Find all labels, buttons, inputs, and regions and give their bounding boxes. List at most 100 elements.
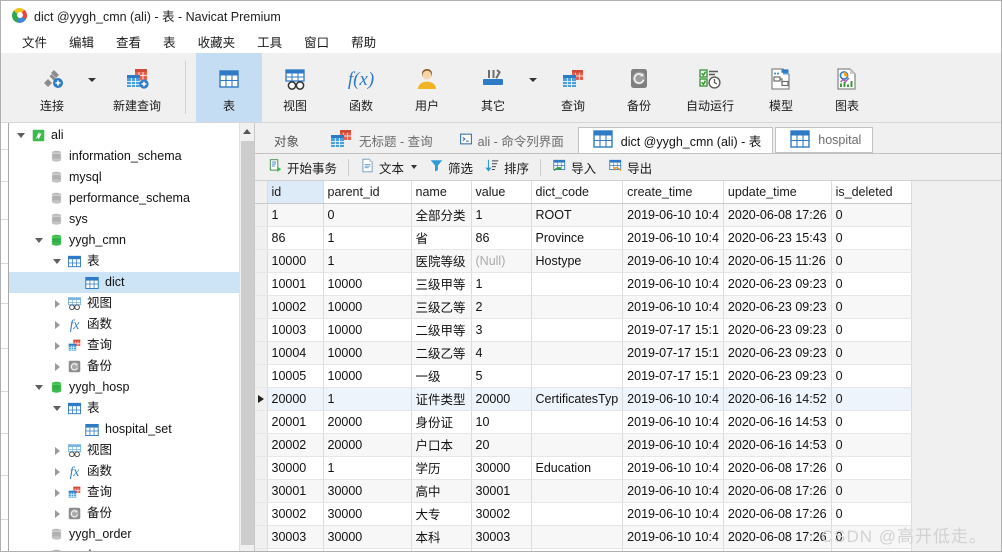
cell-parent_id[interactable]: 1 (323, 226, 412, 250)
column-header-create_time[interactable]: create_time (622, 181, 724, 204)
cell-dict_code[interactable]: Province (531, 226, 624, 250)
cell-id[interactable]: 1 (267, 203, 324, 227)
tree-node-information_schema[interactable]: information_schema (9, 146, 254, 167)
tree-node-视图[interactable]: 视图 (9, 293, 254, 314)
tree-twisty[interactable] (49, 406, 65, 411)
cell-value[interactable]: 20000 (471, 387, 532, 411)
cell-name[interactable]: 三级乙等 (411, 295, 472, 319)
cell-name[interactable]: 省 (411, 226, 472, 250)
column-header-parent_id[interactable]: parent_id (323, 181, 412, 204)
table-row[interactable]: 20001 20000 身份证 10 2019-06-10 10:4 2020-06-16… (255, 410, 912, 434)
table-row[interactable]: 10003 10000 二级甲等 3 2019-07-17 15:1 2020-06-23… (255, 318, 912, 342)
cell-value[interactable]: 2 (471, 295, 532, 319)
cell-id[interactable]: 10001 (267, 272, 324, 296)
tree-twisty[interactable] (49, 299, 65, 308)
cell-is_deleted[interactable]: 0 (831, 548, 912, 551)
table-row[interactable]: 30001 30000 高中 30001 2019-06-10 10:4 2020-06-… (255, 479, 912, 503)
cell-update_time[interactable]: 2020-06-08 17:26 (723, 502, 832, 526)
toolbar-button-backup[interactable]: 备份 (606, 53, 672, 122)
cell-id[interactable]: 10003 (267, 318, 324, 342)
cell-parent_id[interactable]: 30000 (323, 502, 412, 526)
cell-is_deleted[interactable]: 0 (831, 295, 912, 319)
toolbar-button-automation[interactable]: 自动运行 (672, 53, 748, 122)
cell-create_time[interactable]: 2019-07-17 15:1 (622, 364, 724, 388)
cell-parent_id[interactable]: 30000 (323, 548, 412, 551)
table-row[interactable]: 10000 1 医院等级 (Null) Hostype 2019-06-10 10:4 20… (255, 249, 912, 273)
cell-update_time[interactable]: 2020-06-16 14:52 (723, 387, 832, 411)
tree-twisty[interactable] (49, 488, 65, 497)
cell-is_deleted[interactable]: 0 (831, 364, 912, 388)
toolbar-button-connection[interactable]: 连接 (19, 53, 85, 122)
table-row[interactable]: 1 0 全部分类 1 ROOT 2019-06-10 10:4 2020-06-08 17:… (255, 203, 912, 227)
cell-create_time[interactable]: 2019-06-10 10:4 (622, 272, 724, 296)
cell-name[interactable]: 一级 (411, 364, 472, 388)
tree-twisty[interactable] (31, 385, 47, 390)
cell-is_deleted[interactable]: 0 (831, 203, 912, 227)
tree-twisty[interactable] (31, 238, 47, 243)
toolbar-button-table[interactable]: 表 (196, 53, 262, 122)
cell-dict_code[interactable] (531, 364, 624, 388)
cell-value[interactable]: 86 (471, 226, 532, 250)
chevron-down-icon[interactable] (411, 165, 418, 169)
table-row[interactable]: 30002 30000 大专 30002 2019-06-10 10:4 2020-06-… (255, 502, 912, 526)
tree-node-yygh_cmn[interactable]: yygh_cmn (9, 230, 254, 251)
cell-update_time[interactable]: 2020-06-23 09:23 (723, 364, 832, 388)
cell-parent_id[interactable]: 10000 (323, 341, 412, 365)
tree-twisty[interactable] (49, 320, 65, 329)
cell-value[interactable]: 30000 (471, 456, 532, 480)
tab-2[interactable]: ali - 命令列界面 (447, 127, 576, 153)
tree-node-mysql[interactable]: mysql (9, 167, 254, 188)
cell-name[interactable]: 户口本 (411, 433, 472, 457)
table-row[interactable]: 20002 20000 户口本 20 2019-06-10 10:4 2020-06-16… (255, 433, 912, 457)
cell-is_deleted[interactable]: 0 (831, 479, 912, 503)
toolbar-button-others[interactable]: 其它 (460, 53, 526, 122)
cell-update_time[interactable]: 2020-06-23 09:23 (723, 272, 832, 296)
cell-value[interactable]: 30003 (471, 525, 532, 549)
cell-parent_id[interactable]: 1 (323, 249, 412, 273)
cell-id[interactable]: 86 (267, 226, 324, 250)
toolbar-button-chart[interactable]: 图表 (814, 53, 880, 122)
cell-create_time[interactable]: 2019-06-10 10:4 (622, 410, 724, 434)
tree-node-查询[interactable]: 查询 (9, 335, 254, 356)
cell-is_deleted[interactable]: 0 (831, 249, 912, 273)
cell-value[interactable]: 4 (471, 341, 532, 365)
cell-name[interactable]: 本科 (411, 525, 472, 549)
cell-dict_code[interactable] (531, 502, 624, 526)
cell-dict_code[interactable]: ROOT (531, 203, 624, 227)
cell-name[interactable]: 身份证 (411, 410, 472, 434)
cell-update_time[interactable]: 2020-06-23 15:43 (723, 226, 832, 250)
sidebar-scrollbar[interactable] (239, 123, 254, 551)
tab-0[interactable]: 对象 (259, 127, 314, 153)
tree-node-备份[interactable]: 备份 (9, 356, 254, 377)
cell-dict_code[interactable] (531, 479, 624, 503)
column-header-is_deleted[interactable]: is_deleted (831, 181, 912, 204)
tree-node-备份[interactable]: 备份 (9, 503, 254, 524)
cell-dict_code[interactable]: Hostype (531, 249, 624, 273)
cell-dict_code[interactable] (531, 433, 624, 457)
table-row[interactable]: 86 1 省 86 Province 2019-06-10 10:4 2020-06-23 … (255, 226, 912, 250)
cell-parent_id[interactable]: 0 (323, 203, 412, 227)
cell-id[interactable]: 20001 (267, 410, 324, 434)
cell-update_time[interactable]: 2020-06-08 17:26 (723, 525, 832, 549)
action-filter[interactable]: 筛选 (423, 156, 479, 179)
menu-table[interactable]: 表 (152, 30, 187, 53)
cell-id[interactable]: 10002 (267, 295, 324, 319)
cell-name[interactable]: 三级甲等 (411, 272, 472, 296)
menu-help[interactable]: 帮助 (340, 30, 387, 53)
collapsed-panel-strip[interactable] (1, 123, 9, 551)
cell-name[interactable]: 二级乙等 (411, 341, 472, 365)
cell-create_time[interactable]: 2019-06-10 10:4 (622, 249, 724, 273)
cell-name[interactable]: 学历 (411, 456, 472, 480)
cell-dict_code[interactable] (531, 318, 624, 342)
toolbar-button-model[interactable]: 模型 (748, 53, 814, 122)
action-text[interactable]: 文本 (354, 156, 423, 179)
table-row[interactable]: 10004 10000 二级乙等 4 2019-07-17 15:1 2020-06-23… (255, 341, 912, 365)
cell-create_time[interactable]: 2019-06-10 10:4 (622, 203, 724, 227)
cell-dict_code[interactable]: CertificatesTyp (531, 387, 624, 411)
cell-is_deleted[interactable]: 0 (831, 387, 912, 411)
cell-is_deleted[interactable]: 0 (831, 525, 912, 549)
tab-1[interactable]: 无标题 - 查询 (316, 127, 445, 153)
cell-dict_code[interactable] (531, 410, 624, 434)
toolbar-dropdown-arrow[interactable] (526, 53, 540, 122)
cell-update_time[interactable]: 2020-06-23 09:23 (723, 341, 832, 365)
